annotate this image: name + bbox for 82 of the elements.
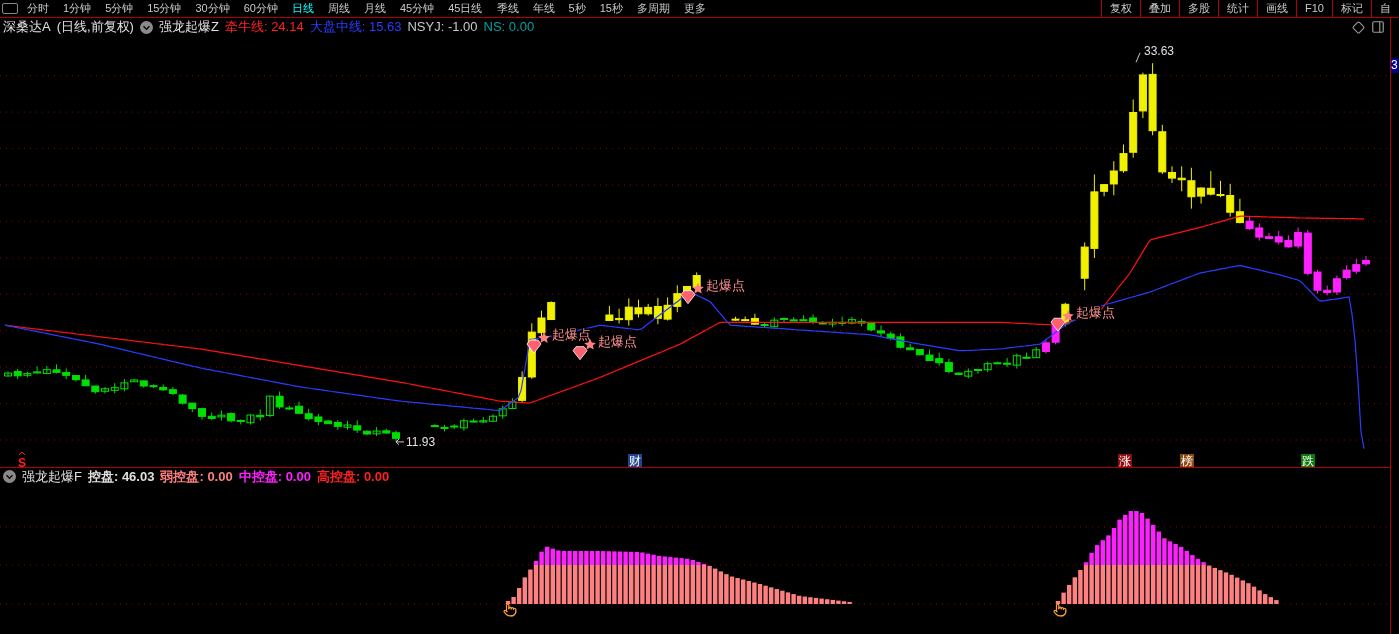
event-badge[interactable]: 跌 bbox=[1301, 454, 1315, 467]
period-tab[interactable]: 多周期 bbox=[629, 0, 677, 17]
diamond-icon[interactable] bbox=[1352, 20, 1365, 34]
candlestick bbox=[343, 420, 352, 431]
chart-mode: (日线,前复权) bbox=[56, 18, 134, 37]
series-value: NSYJ: -1.00 bbox=[407, 18, 478, 37]
toolbar-button[interactable]: 自 bbox=[1371, 0, 1399, 17]
candlestick bbox=[110, 382, 119, 394]
signal-label: 起爆点 bbox=[706, 277, 745, 293]
star-icon bbox=[538, 332, 550, 343]
candlestick bbox=[91, 385, 100, 395]
gem-icon bbox=[680, 290, 696, 305]
signal-label: 起爆点 bbox=[598, 333, 637, 349]
arrow-icon bbox=[395, 438, 405, 446]
period-tab[interactable]: 季线 bbox=[489, 0, 526, 17]
candlestick bbox=[847, 316, 856, 325]
series-value: 大盘中线: 15.63 bbox=[309, 18, 402, 37]
toolbar-button[interactable]: 画线 bbox=[1257, 0, 1297, 17]
period-tab[interactable]: 分时 bbox=[20, 0, 56, 17]
candlestick bbox=[605, 305, 614, 322]
dropdown-icon[interactable] bbox=[3, 470, 16, 483]
candlestick bbox=[867, 321, 876, 332]
candlestick bbox=[547, 300, 556, 321]
series-value: NS: 0.00 bbox=[483, 18, 535, 37]
leader-line bbox=[1135, 52, 1141, 63]
candlestick bbox=[178, 393, 187, 405]
series-value: 控盘: 46.03 bbox=[87, 467, 155, 486]
star-icon bbox=[692, 282, 704, 294]
candlestick bbox=[188, 402, 197, 413]
toolbar-menu-icon[interactable] bbox=[2, 3, 18, 14]
panel-toggle-icon[interactable] bbox=[1371, 20, 1385, 34]
series-value: 中控盘: 0.00 bbox=[238, 467, 311, 486]
period-tab[interactable]: 日线 bbox=[285, 0, 321, 17]
series-value: 高控盘: 0.00 bbox=[316, 467, 390, 486]
toolbar-button[interactable]: F10 bbox=[1296, 0, 1332, 17]
period-tab[interactable]: 60分钟 bbox=[236, 0, 285, 17]
axis-value-label: 3 bbox=[1391, 58, 1399, 73]
period-tab[interactable]: 45日线 bbox=[441, 0, 490, 17]
hand-pointer-icon bbox=[1054, 604, 1066, 616]
toolbar-button[interactable]: 复权 bbox=[1101, 0, 1141, 17]
period-tab[interactable]: 5秒 bbox=[561, 0, 593, 17]
dropdown-icon[interactable] bbox=[139, 20, 153, 34]
gem-icon bbox=[572, 346, 588, 361]
period-tab[interactable]: 5分钟 bbox=[98, 0, 141, 17]
toolbar-button[interactable]: 标记 bbox=[1332, 0, 1371, 17]
stock-name: 深桑达A bbox=[3, 18, 51, 37]
candlestick bbox=[1352, 258, 1361, 275]
period-tab[interactable]: 1分钟 bbox=[56, 0, 99, 17]
indicator-name: 强龙起爆Z bbox=[158, 18, 219, 37]
high-price-label: 33.63 bbox=[1144, 43, 1175, 58]
star-icon bbox=[1062, 310, 1074, 322]
gem-icon bbox=[526, 339, 542, 354]
toolbar-button[interactable]: 统计 bbox=[1218, 0, 1258, 17]
candlestick bbox=[857, 318, 866, 327]
period-tab[interactable]: 30分钟 bbox=[188, 0, 237, 17]
period-tab[interactable]: 更多 bbox=[676, 0, 713, 17]
candlestick bbox=[52, 363, 61, 374]
event-badge[interactable]: 榜 bbox=[1180, 454, 1194, 467]
toolbar-button[interactable]: 多股 bbox=[1179, 0, 1219, 17]
low-price-label: 11.93 bbox=[406, 434, 436, 449]
period-tab[interactable]: 周线 bbox=[321, 0, 357, 17]
candlestick bbox=[1342, 264, 1351, 280]
candlestick bbox=[935, 352, 944, 366]
indicator-name: 强龙起爆F bbox=[22, 467, 82, 486]
candlestick bbox=[304, 408, 313, 421]
period-tab[interactable]: 15分钟 bbox=[140, 0, 189, 17]
series-value: 弱控盘: 0.00 bbox=[160, 467, 233, 486]
event-badge[interactable]: 财 bbox=[628, 454, 642, 467]
toolbar-button[interactable]: 叠加 bbox=[1140, 0, 1180, 17]
candlestick bbox=[663, 296, 672, 321]
period-tab[interactable]: 年线 bbox=[525, 0, 562, 17]
hand-pointer-icon bbox=[504, 604, 516, 616]
caret-icon bbox=[18, 451, 26, 456]
period-tab[interactable]: 45分钟 bbox=[393, 0, 442, 17]
candlestick bbox=[838, 316, 847, 327]
event-badge[interactable]: 涨 bbox=[1118, 454, 1132, 467]
period-tab[interactable]: 15秒 bbox=[592, 0, 630, 17]
event-marker: S bbox=[18, 456, 26, 467]
period-tab[interactable]: 月线 bbox=[357, 0, 393, 17]
candlestick bbox=[42, 365, 51, 375]
series-value: 牵牛线: 24.14 bbox=[224, 18, 304, 37]
gem-icon bbox=[1050, 317, 1066, 332]
